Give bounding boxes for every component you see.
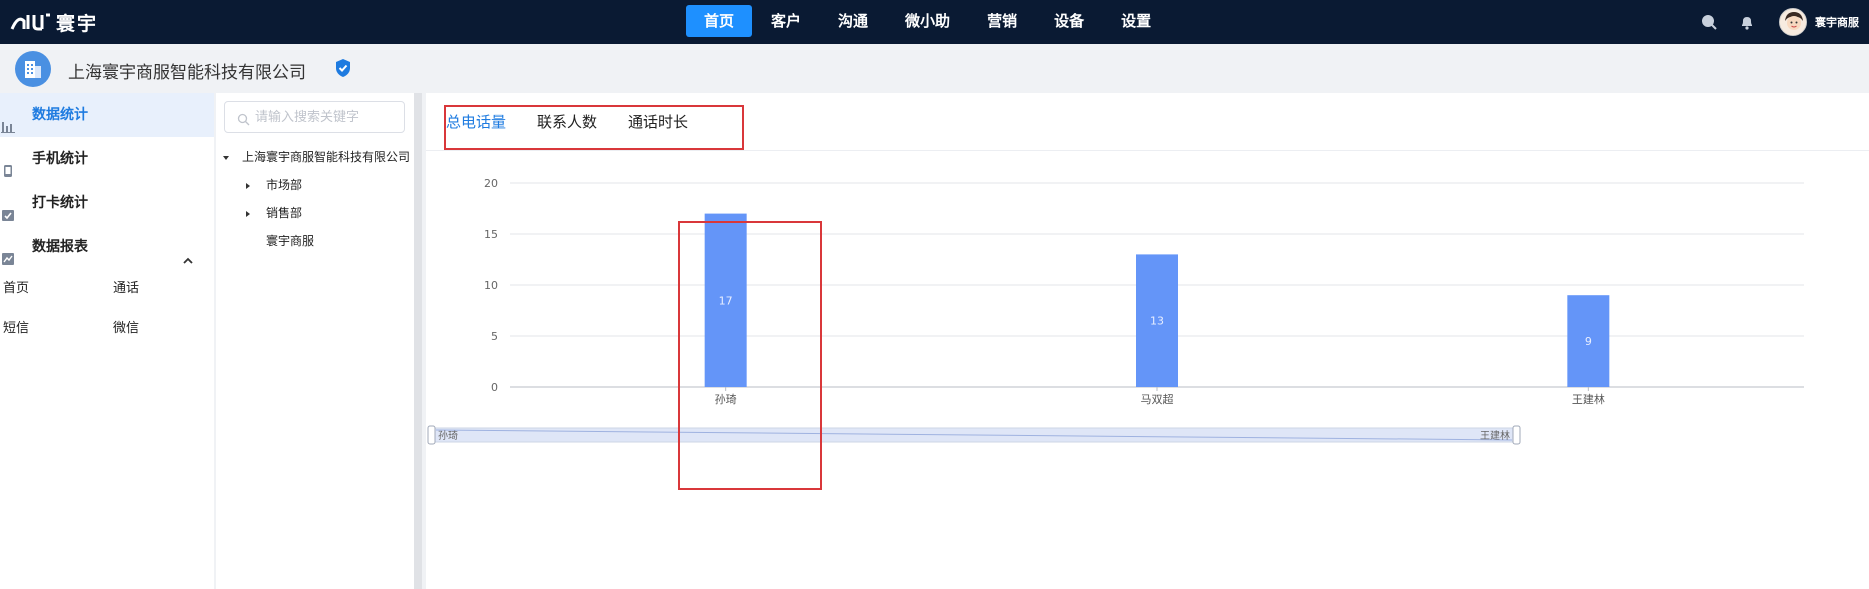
tree-node[interactable]: 销售部	[216, 199, 414, 227]
company-name: 上海寰宇商服智能科技有限公司	[68, 63, 306, 83]
tab-divider	[426, 150, 1869, 151]
y-tick-label: 20	[484, 177, 498, 190]
panel-splitter[interactable]	[414, 93, 422, 589]
submenu-item-wechat[interactable]: 微信	[110, 309, 214, 349]
bar-highlight-box	[678, 221, 822, 490]
tree-node[interactable]: 上海寰宇商服智能科技有限公司	[216, 143, 414, 171]
sidebar-item-data-report[interactable]: 数据报表	[0, 225, 214, 269]
tree-node[interactable]: 市场部	[216, 171, 414, 199]
main-content: 总电话量 联系人数 通话时长 0 5 10 15 20 17 孙琦 13 马双超 9 王建林 孙琦 王建林	[426, 93, 1869, 589]
report-submenu: 首页 通话 短信 微信	[0, 269, 214, 349]
tree-node-label: 寰宇商服	[266, 234, 315, 248]
caret-right-icon[interactable]	[244, 210, 252, 218]
nav-item-2[interactable]: 沟通	[820, 5, 886, 37]
x-tick-label: 王建林	[1572, 392, 1605, 406]
y-tick-label: 10	[484, 279, 498, 292]
brand-logo[interactable]: 寰宇	[10, 8, 98, 36]
sidebar-item-checkin-stats[interactable]: 打卡统计	[0, 181, 214, 225]
tree-node-label: 市场部	[266, 178, 303, 192]
zoom-end-label: 王建林	[1480, 429, 1510, 442]
tree-search-box	[224, 101, 405, 133]
company-header: 上海寰宇商服智能科技有限公司	[0, 44, 1869, 91]
y-tick-label: 15	[484, 228, 498, 241]
tree-node[interactable]: 寰宇商服	[216, 227, 414, 255]
tree-node-label: 销售部	[266, 206, 303, 220]
nav-item-4[interactable]: 营销	[969, 5, 1035, 37]
chevron-up-icon[interactable]	[182, 241, 194, 264]
sidebar-item-data-stats[interactable]: 数据统计	[0, 93, 214, 137]
y-tick-label: 5	[491, 330, 498, 343]
sidebar-item-label: 数据报表	[32, 239, 88, 255]
line-chart-icon	[1, 240, 15, 265]
bell-icon[interactable]	[1737, 12, 1757, 32]
zoom-start-label: 孙琦	[438, 429, 458, 442]
top-navbar: 寰宇 首页 客户 沟通 微小助 营销 设备 设置 寰宇商服	[0, 0, 1869, 44]
phone-icon	[1, 152, 15, 177]
nav-item-6[interactable]: 设置	[1103, 5, 1169, 37]
brand-name: 寰宇	[56, 12, 99, 35]
shield-check-icon	[334, 58, 352, 78]
nav-item-1[interactable]: 客户	[753, 5, 819, 37]
search-icon[interactable]	[1699, 12, 1719, 32]
y-tick-label: 0	[491, 381, 498, 394]
brand-mark-icon	[10, 11, 52, 33]
bar-chart-icon	[1, 108, 15, 133]
calendar-check-icon	[1, 196, 15, 221]
x-tick-label: 马双超	[1141, 392, 1174, 406]
nav-item-3[interactable]: 微小助	[887, 5, 968, 37]
submenu-item-sms[interactable]: 短信	[0, 309, 110, 349]
main-nav: 首页 客户 沟通 微小助 营销 设备 设置	[686, 5, 1170, 37]
submenu-item-home[interactable]: 首页	[0, 269, 110, 309]
sidebar-item-label: 手机统计	[32, 151, 88, 167]
submenu-item-calls[interactable]: 通话	[110, 269, 214, 309]
company-building-icon	[15, 51, 51, 87]
department-tree-panel: 上海寰宇商服智能科技有限公司市场部销售部寰宇商服	[216, 93, 414, 589]
left-sidebar: 数据统计 手机统计 打卡统计 数据报表 首页 通话 短信 微信	[0, 93, 214, 589]
user-name[interactable]: 寰宇商服	[1815, 14, 1859, 30]
tabs-highlight-box	[444, 105, 744, 150]
sidebar-item-phone-stats[interactable]: 手机统计	[0, 137, 214, 181]
sidebar-item-label: 打卡统计	[32, 195, 88, 211]
zoom-handle-right[interactable]	[1512, 425, 1521, 445]
bar-data-label: 9	[1585, 335, 1592, 348]
bar-data-label: 13	[1150, 315, 1164, 328]
caret-down-icon[interactable]	[222, 154, 230, 162]
department-tree: 上海寰宇商服智能科技有限公司市场部销售部寰宇商服	[216, 143, 414, 255]
zoom-handle-left[interactable]	[427, 425, 436, 445]
bar-chart: 0510152017孙琦13马双超9王建林孙琦 王建林	[427, 177, 1804, 445]
avatar[interactable]	[1779, 8, 1807, 36]
header-actions: 寰宇商服	[1681, 6, 1859, 38]
tree-node-label: 上海寰宇商服智能科技有限公司	[242, 150, 411, 164]
caret-right-icon[interactable]	[244, 182, 252, 190]
sidebar-item-label: 数据统计	[32, 107, 88, 123]
search-icon	[237, 111, 250, 126]
nav-item-5[interactable]: 设备	[1036, 5, 1102, 37]
nav-item-0[interactable]: 首页	[686, 5, 753, 37]
tree-search-input[interactable]	[255, 107, 400, 127]
